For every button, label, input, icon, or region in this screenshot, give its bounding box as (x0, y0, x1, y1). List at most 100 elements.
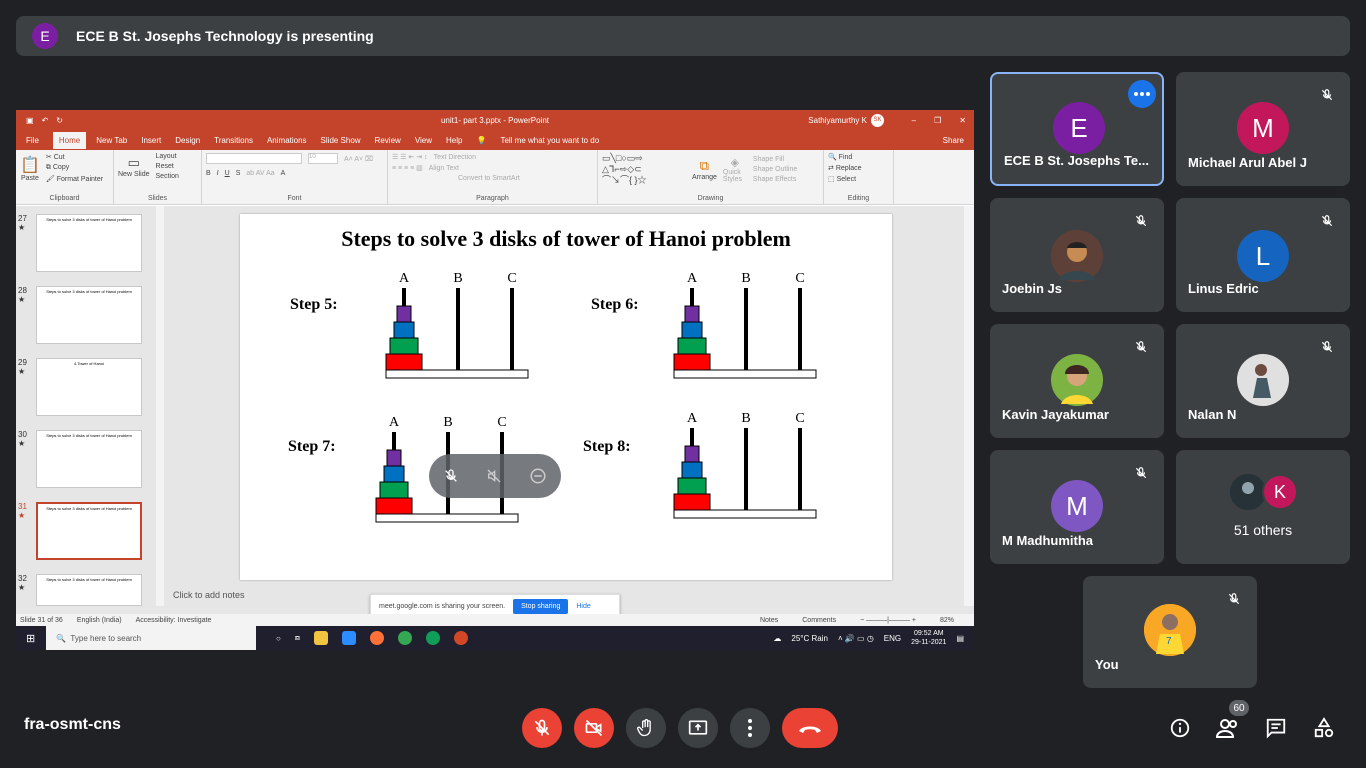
accessibility-status[interactable]: Accessibility: Investigate (136, 617, 212, 624)
convert-smartart-button[interactable]: Convert to SmartArt (458, 175, 520, 182)
paste-button[interactable]: 📋 Paste (20, 155, 40, 182)
select-button[interactable]: ⬚ Select (828, 175, 889, 183)
font-name-box[interactable] (206, 153, 302, 164)
reset-button[interactable]: Reset (156, 163, 179, 170)
shapes-gallery[interactable]: ▭╲□○▭⇨ △ᒣ⌐⇨◇⊂ ⌒↘⌒{ }☆ (602, 153, 686, 186)
slide-thumbnail-32[interactable]: Steps to solve 3 disks of tower of Hanoi… (36, 574, 142, 606)
tab-slide-show[interactable]: Slide Show (321, 136, 361, 145)
slide-thumbnail-29[interactable]: 4.Tower of Hanoi (36, 358, 142, 416)
language-status[interactable]: English (India) (77, 617, 122, 624)
tray-icons[interactable]: ˄ 🔊 ▭ ◷ (838, 634, 874, 643)
mic-off-icon[interactable] (443, 468, 459, 484)
tab-home[interactable]: Home (52, 131, 87, 149)
section-button[interactable]: Section (156, 173, 179, 180)
participant-tile[interactable]: E ECE B St. Josephs Te... (990, 72, 1164, 186)
shape-effects-button[interactable]: Shape Effects (753, 176, 797, 183)
avatar: K (1262, 474, 1298, 510)
more-horizontal-icon (1134, 92, 1150, 96)
tab-insert[interactable]: Insert (141, 136, 161, 145)
layout-button[interactable]: Layout (156, 153, 179, 160)
weather-text[interactable]: 25°C Rain (791, 634, 828, 643)
camera-toggle-button[interactable] (574, 708, 614, 748)
powerpoint-icon[interactable] (453, 631, 468, 645)
people-button[interactable] (1212, 712, 1244, 744)
zoom-level[interactable]: 82% (940, 617, 954, 624)
meeting-details-button[interactable] (1164, 712, 1196, 744)
tab-review[interactable]: Review (375, 136, 401, 145)
participant-tile[interactable]: M M Madhumitha (990, 450, 1164, 564)
chrome-icon[interactable] (397, 631, 412, 645)
zoom-icon[interactable] (341, 631, 356, 645)
format-painter-button[interactable]: 🖌 Format Painter (46, 175, 103, 183)
replace-button[interactable]: ⇄ Replace (828, 164, 889, 172)
restore-icon[interactable]: ❐ (934, 116, 941, 125)
chat-button[interactable] (1260, 712, 1292, 744)
chat-icon (1266, 718, 1286, 739)
find-button[interactable]: 🔍 Find (828, 153, 889, 161)
text-direction-button[interactable]: Text Direction (434, 154, 476, 161)
notifications-icon[interactable]: ▤ (956, 634, 964, 643)
participant-tile[interactable]: Joebin Js (990, 198, 1164, 312)
copy-button[interactable]: ⧉ Copy (46, 164, 103, 172)
slide-thumbnail-27[interactable]: Steps to solve 3 disks of tower of Hanoi… (36, 214, 142, 272)
participant-tile[interactable]: M Michael Arul Abel J (1176, 72, 1350, 186)
participant-tile[interactable]: L Linus Edric (1176, 198, 1350, 312)
close-icon[interactable]: ✕ (959, 116, 966, 125)
comments-button[interactable]: Comments (802, 617, 836, 624)
tab-help[interactable]: Help (446, 136, 462, 145)
others-tile[interactable]: K 51 others (1176, 450, 1350, 564)
notes-button[interactable]: Notes (760, 617, 778, 624)
mic-toggle-button[interactable] (522, 708, 562, 748)
minimize-icon[interactable]: – (912, 116, 916, 125)
taskbar-search[interactable]: 🔍 Type here to search (46, 626, 256, 650)
windows-start-icon[interactable]: ⊞ (26, 632, 35, 645)
peg-label: A (389, 415, 400, 430)
current-slide[interactable]: Steps to solve 3 disks of tower of Hanoi… (240, 214, 892, 580)
zoom-slider[interactable]: − ———|——— + (860, 617, 916, 624)
align-text-button[interactable]: Align Text (429, 165, 459, 172)
cut-button[interactable]: ✂ Cut (46, 153, 103, 161)
quick-styles-button[interactable]: ◈ Quick Styles (723, 156, 747, 183)
slide-thumbnail-28[interactable]: Steps to solve 3 disks of tower of Hanoi… (36, 286, 142, 344)
self-tile[interactable]: 7 You (1083, 576, 1257, 688)
new-slide-button[interactable]: ▭ New Slide (118, 155, 150, 178)
raise-hand-button[interactable] (626, 708, 666, 748)
tab-file[interactable]: File (26, 136, 39, 145)
stop-sharing-button[interactable]: Stop sharing (513, 598, 569, 614)
chrome-profile-icon[interactable] (425, 631, 440, 645)
tab-new-tab[interactable]: New Tab (96, 136, 127, 145)
shape-fill-button[interactable]: Shape Fill (753, 156, 797, 163)
share-button[interactable]: Share (943, 136, 964, 145)
participant-tile[interactable]: Nalan N (1176, 324, 1350, 438)
more-options-button[interactable] (730, 708, 770, 748)
more-options-button[interactable] (1128, 80, 1156, 108)
volume-off-icon[interactable] (486, 468, 502, 484)
thumbnail-scrollbar[interactable] (156, 206, 164, 606)
notes-placeholder[interactable]: Click to add notes (173, 590, 245, 600)
tab-design[interactable]: Design (175, 136, 200, 145)
tab-animations[interactable]: Animations (267, 136, 307, 145)
cortana-icon[interactable]: ○ (276, 634, 281, 643)
activities-button[interactable] (1308, 712, 1340, 744)
tell-me-search[interactable]: Tell me what you want to do (500, 136, 599, 145)
leave-call-button[interactable] (782, 708, 838, 748)
font-size-box[interactable]: 10 (308, 153, 338, 164)
hanoi-base (385, 369, 529, 379)
firefox-icon[interactable] (369, 631, 384, 645)
slide-thumbnail-31[interactable]: Steps to solve 3 disks of tower of Hanoi… (36, 502, 142, 560)
language-indicator[interactable]: ENG (884, 634, 901, 643)
tab-view[interactable]: View (415, 136, 432, 145)
user-account[interactable]: Sathiyamurthy K SK (808, 113, 884, 127)
arrange-button[interactable]: ⧉ Arrange (692, 158, 717, 181)
hide-button[interactable]: Hide (576, 603, 590, 610)
shape-outline-button[interactable]: Shape Outline (753, 166, 797, 173)
minus-circle-icon[interactable] (529, 467, 547, 485)
present-screen-button[interactable] (678, 708, 718, 748)
clock[interactable]: 09:52 AM 29-11-2021 (911, 629, 946, 647)
tab-transitions[interactable]: Transitions (214, 136, 253, 145)
slide-scrollbar[interactable] (964, 206, 974, 606)
participant-tile[interactable]: Kavin Jayakumar (990, 324, 1164, 438)
slide-thumbnail-30[interactable]: Steps to solve 3 disks of tower of Hanoi… (36, 430, 142, 488)
file-explorer-icon[interactable] (313, 631, 328, 645)
task-view-icon[interactable]: ⧈ (295, 633, 300, 643)
